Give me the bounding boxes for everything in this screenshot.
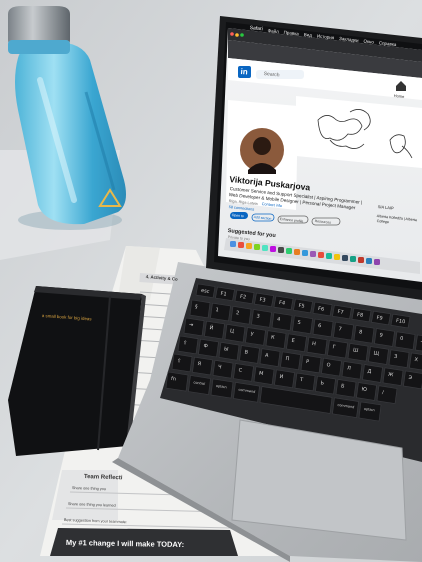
keyboard-key[interactable] xyxy=(341,361,363,380)
close-window-icon[interactable] xyxy=(230,32,234,36)
keyboard-key-label: ⇪ xyxy=(183,340,188,347)
keyboard-key[interactable] xyxy=(259,348,281,367)
keyboard-key-label: F4 xyxy=(279,300,286,307)
keyboard-key[interactable] xyxy=(183,317,205,337)
keyboard-key[interactable] xyxy=(210,302,231,322)
menubar-item[interactable]: Окно xyxy=(363,39,374,45)
keyboard-key[interactable] xyxy=(233,363,254,382)
keyboard-key-label: esc xyxy=(201,288,210,295)
keyboard-key[interactable] xyxy=(198,338,219,358)
keyboard-key-label: F10 xyxy=(396,318,406,325)
keyboard-key[interactable] xyxy=(327,339,348,359)
keyboard-key[interactable] xyxy=(353,325,375,344)
keyboard-key-label: ⇧ xyxy=(177,358,182,365)
keyboard-key[interactable] xyxy=(376,385,398,404)
home-label[interactable]: Home xyxy=(393,93,404,99)
keyboard-key-label: F8 xyxy=(357,312,364,319)
keyboard-key-label: F1 xyxy=(220,291,227,298)
zoom-window-icon[interactable] xyxy=(240,33,244,37)
keyboard-key[interactable] xyxy=(362,364,383,383)
keyboard-key[interactable] xyxy=(253,366,275,385)
keyboard-key[interactable] xyxy=(333,321,354,341)
keyboard-key[interactable] xyxy=(230,306,252,325)
keyboard-key[interactable] xyxy=(315,375,336,395)
keyboard-key[interactable] xyxy=(274,369,295,389)
keyboard-key-label: F2 xyxy=(240,294,247,301)
keyboard-key-label: F9 xyxy=(376,315,383,322)
keyboard-key-label: F7 xyxy=(337,309,344,316)
keyboard-key[interactable] xyxy=(394,331,416,350)
keyboard-key-label: ⇥ xyxy=(189,322,194,329)
keyboard-key[interactable] xyxy=(306,336,328,356)
keyboard-key[interactable] xyxy=(251,309,272,328)
keyboard-key[interactable] xyxy=(265,330,287,349)
keyboard-key[interactable] xyxy=(321,357,342,377)
keyboard-key[interactable] xyxy=(271,312,293,331)
minimize-window-icon[interactable] xyxy=(235,33,239,37)
keyboard-key[interactable] xyxy=(286,333,307,353)
keyboard-key[interactable] xyxy=(294,372,316,392)
keyboard-key[interactable] xyxy=(192,356,213,376)
keyboard-key[interactable] xyxy=(171,353,193,373)
keyboard-key[interactable] xyxy=(245,327,266,346)
menubar-item[interactable]: Файл xyxy=(267,28,279,34)
menubar-app-name[interactable]: Safari xyxy=(249,25,263,32)
keyboard-key[interactable] xyxy=(335,379,357,398)
keyboard-key[interactable] xyxy=(177,335,199,355)
keyboard-key[interactable] xyxy=(224,324,246,343)
keyboard-key-label: М xyxy=(259,371,264,378)
keyboard-key-label: Ы xyxy=(224,346,229,353)
keyboard-key[interactable] xyxy=(280,351,301,371)
keyboard-key-label: F6 xyxy=(318,306,325,313)
keyboard-key[interactable] xyxy=(312,318,334,338)
photo-scene: esc F1 F2 F3 F4 F5 F6 F7 F8 F9 F10§1 2 3 4 5 6 7 8 9 0 -⇥ Й Ц У… xyxy=(0,0,422,562)
keyboard-key[interactable] xyxy=(374,328,395,347)
keyboard-key[interactable] xyxy=(239,345,260,364)
keyboard-key[interactable] xyxy=(292,315,313,335)
keyboard-key[interactable] xyxy=(165,371,189,392)
keyboard-key[interactable] xyxy=(300,354,322,374)
keyboard-key-label: Ш xyxy=(353,347,359,354)
linkedin-logo-text: in xyxy=(240,67,249,77)
keyboard-key[interactable] xyxy=(204,320,225,340)
laptop-lid xyxy=(206,16,422,300)
keyboard-key[interactable] xyxy=(403,370,422,390)
keyboard-key-label: F5 xyxy=(298,303,305,310)
keyboard-key[interactable] xyxy=(388,349,410,368)
keyboard-key-label: F3 xyxy=(259,297,266,304)
keyboard-key[interactable] xyxy=(189,299,211,319)
keyboard-key[interactable] xyxy=(218,342,240,361)
keyboard-key-label: fn xyxy=(171,376,177,383)
keyboard-key[interactable] xyxy=(212,360,234,379)
menubar-item[interactable]: Вид xyxy=(304,32,313,38)
